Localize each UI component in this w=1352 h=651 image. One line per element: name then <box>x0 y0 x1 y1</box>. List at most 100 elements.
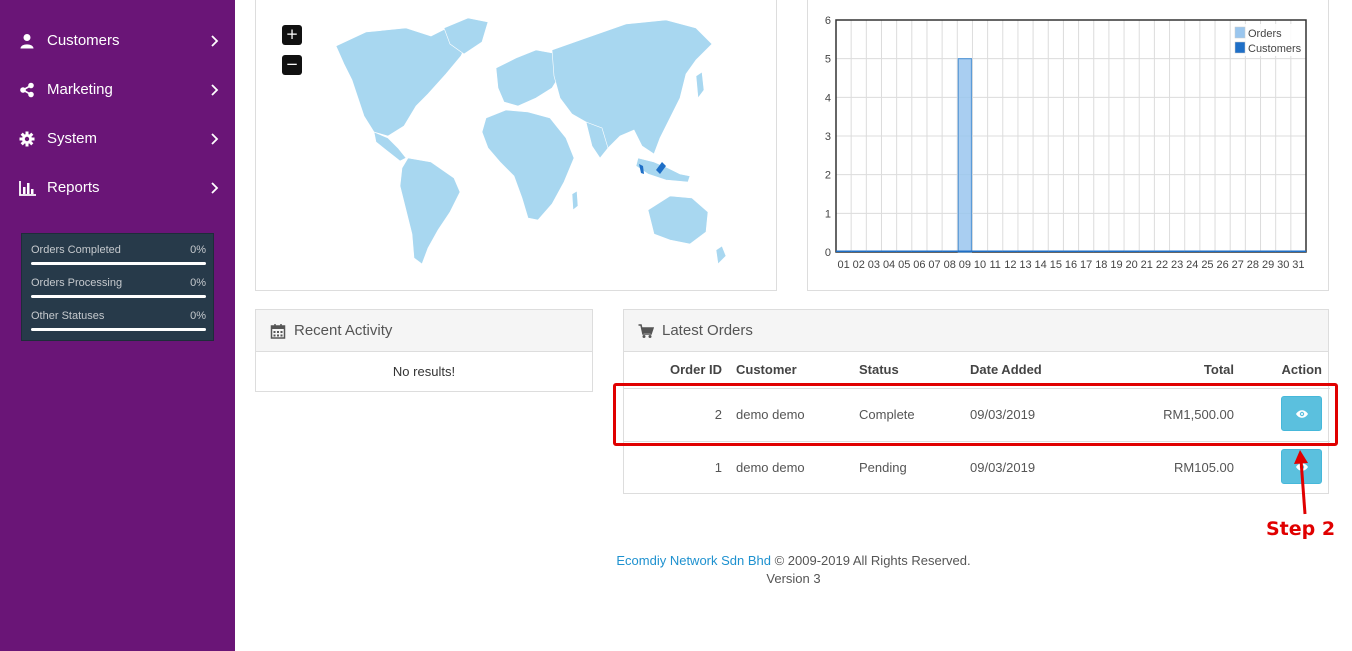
status-cell: Pending <box>859 460 907 476</box>
bar-customers <box>1245 250 1261 252</box>
stat-label: Orders Processing <box>31 277 123 289</box>
x-tick-label: 22 <box>1156 259 1168 271</box>
total-cell: RM1,500.00 <box>1163 407 1234 422</box>
world-map[interactable] <box>256 0 778 291</box>
customer-cell: demo demo <box>736 407 805 422</box>
sidebar-item-marketing[interactable]: Marketing <box>0 70 235 110</box>
stat-percent: 0% <box>190 310 206 322</box>
x-tick-label: 21 <box>1141 259 1153 271</box>
bar-chart-icon <box>19 181 36 196</box>
empty-results-text: No results! <box>392 364 456 379</box>
legend-label: Customers <box>1248 43 1302 55</box>
bar-customers <box>1017 250 1034 252</box>
sidebar-item-system[interactable]: System <box>0 119 235 159</box>
bar-customers <box>1033 250 1049 252</box>
column-header-status[interactable]: Status <box>859 352 970 388</box>
map-region-africa <box>481 109 575 221</box>
stat-label: Orders Completed <box>31 244 121 256</box>
stat-orders-processing: Orders Processing 0% <box>31 267 206 300</box>
stat-percent: 0% <box>190 244 206 256</box>
view-order-button[interactable] <box>1281 448 1322 484</box>
y-tick-label: 1 <box>825 208 831 220</box>
order-id-cell: 2 <box>714 407 722 422</box>
footer: Ecomdiy Network Sdn Bhd © 2009-2019 All … <box>235 552 1352 588</box>
table-row: 1 demo demo Pending 09/03/2019 RM105.00 <box>624 441 1330 494</box>
bar-customers <box>1184 250 1200 252</box>
sidebar-item-label: System <box>47 130 98 147</box>
bar-customers <box>1230 250 1246 252</box>
latest-orders-header: Latest Orders <box>624 310 1328 352</box>
bar-customers <box>911 250 927 252</box>
order-id-cell: 1 <box>714 460 722 476</box>
column-header-date-added[interactable]: Date Added <box>970 352 1090 388</box>
y-tick-label: 3 <box>825 131 831 143</box>
map-region-japan <box>695 71 705 99</box>
x-tick-label: 04 <box>883 259 895 271</box>
recent-activity-panel: Recent Activity No results! <box>255 309 593 392</box>
x-tick-label: 02 <box>853 259 865 271</box>
column-header-order-id[interactable]: Order ID <box>624 352 726 388</box>
map-region-australia <box>647 195 709 245</box>
bar-customers <box>851 250 867 252</box>
user-icon <box>20 34 34 49</box>
bar-customers <box>896 250 912 252</box>
bar-customers <box>926 250 943 252</box>
map-region-central-america <box>373 131 407 162</box>
eye-icon <box>1296 409 1308 418</box>
x-tick-label: 10 <box>974 259 986 271</box>
orders-customers-chart: 012345601 02 03 04 05 06 07 08 09 10 11 12 13 14 15 16 1… <box>825 15 1307 271</box>
sidebar-item-reports[interactable]: Reports <box>0 168 235 208</box>
bar-customers <box>1154 250 1170 252</box>
x-tick-label: 13 <box>1019 259 1031 271</box>
order-status-stats: Orders Completed 0% Orders Processing 0%… <box>21 233 214 341</box>
x-tick-label: 11 <box>989 259 1000 271</box>
bar-customers <box>957 250 973 252</box>
bar-customers <box>1290 250 1306 252</box>
bar-orders <box>957 58 973 253</box>
y-tick-label: 6 <box>825 15 831 27</box>
x-tick-label: 06 <box>913 259 925 271</box>
legend-swatch <box>1234 41 1246 54</box>
stat-progress-bar <box>31 262 206 265</box>
bar-customers <box>1124 250 1140 252</box>
sidebar-item-label: Customers <box>47 32 120 49</box>
x-tick-label: 09 <box>959 259 971 271</box>
stat-progress-bar <box>31 295 206 298</box>
bar-customers <box>1048 250 1064 252</box>
stat-progress-bar <box>31 328 206 331</box>
status-cell: Complete <box>859 407 915 422</box>
bar-customers <box>1199 250 1216 252</box>
y-tick-label: 4 <box>825 92 831 104</box>
bar-customers <box>1063 250 1079 252</box>
bar-customers <box>881 250 897 252</box>
bar-customers <box>1002 250 1018 252</box>
bar-customers <box>866 250 882 252</box>
column-header-customer[interactable]: Customer <box>726 352 859 388</box>
bar-customers <box>1169 250 1185 252</box>
x-tick-label: 19 <box>1110 259 1122 271</box>
y-tick-label: 0 <box>825 247 831 259</box>
x-tick-label: 23 <box>1171 259 1183 271</box>
x-tick-label: 12 <box>1004 259 1016 271</box>
sales-chart-panel: 0 1 2 3 4 5 6 01 02 03 04 05 06 07 08 09 10 11 12 13 14 15 16 1… <box>807 0 1329 291</box>
x-tick-label: 30 <box>1277 259 1289 271</box>
company-link[interactable]: Ecomdiy Network Sdn Bhd <box>616 553 771 568</box>
stat-other-statuses: Other Statuses 0% <box>31 300 206 333</box>
date-added-cell: 09/03/2019 <box>970 460 1036 476</box>
map-region-asia <box>551 19 713 155</box>
x-tick-label: 03 <box>868 259 880 271</box>
x-tick-label: 20 <box>1126 259 1138 271</box>
panel-title: Latest Orders <box>662 322 753 339</box>
cog-icon <box>19 131 35 147</box>
panel-title: Recent Activity <box>294 322 393 339</box>
x-tick-label: 16 <box>1065 259 1077 271</box>
x-tick-label: 25 <box>1201 259 1213 271</box>
stat-orders-completed: Orders Completed 0% <box>31 234 206 267</box>
y-tick-label: 5 <box>825 54 831 66</box>
sidebar: Customers Marketing System Reports Order… <box>0 0 235 651</box>
column-header-total[interactable]: Total <box>1090 352 1234 388</box>
total-cell: RM105.00 <box>1174 460 1234 476</box>
bar-customers <box>987 250 1003 252</box>
sidebar-item-customers[interactable]: Customers <box>0 21 235 61</box>
view-order-button[interactable] <box>1281 395 1322 431</box>
